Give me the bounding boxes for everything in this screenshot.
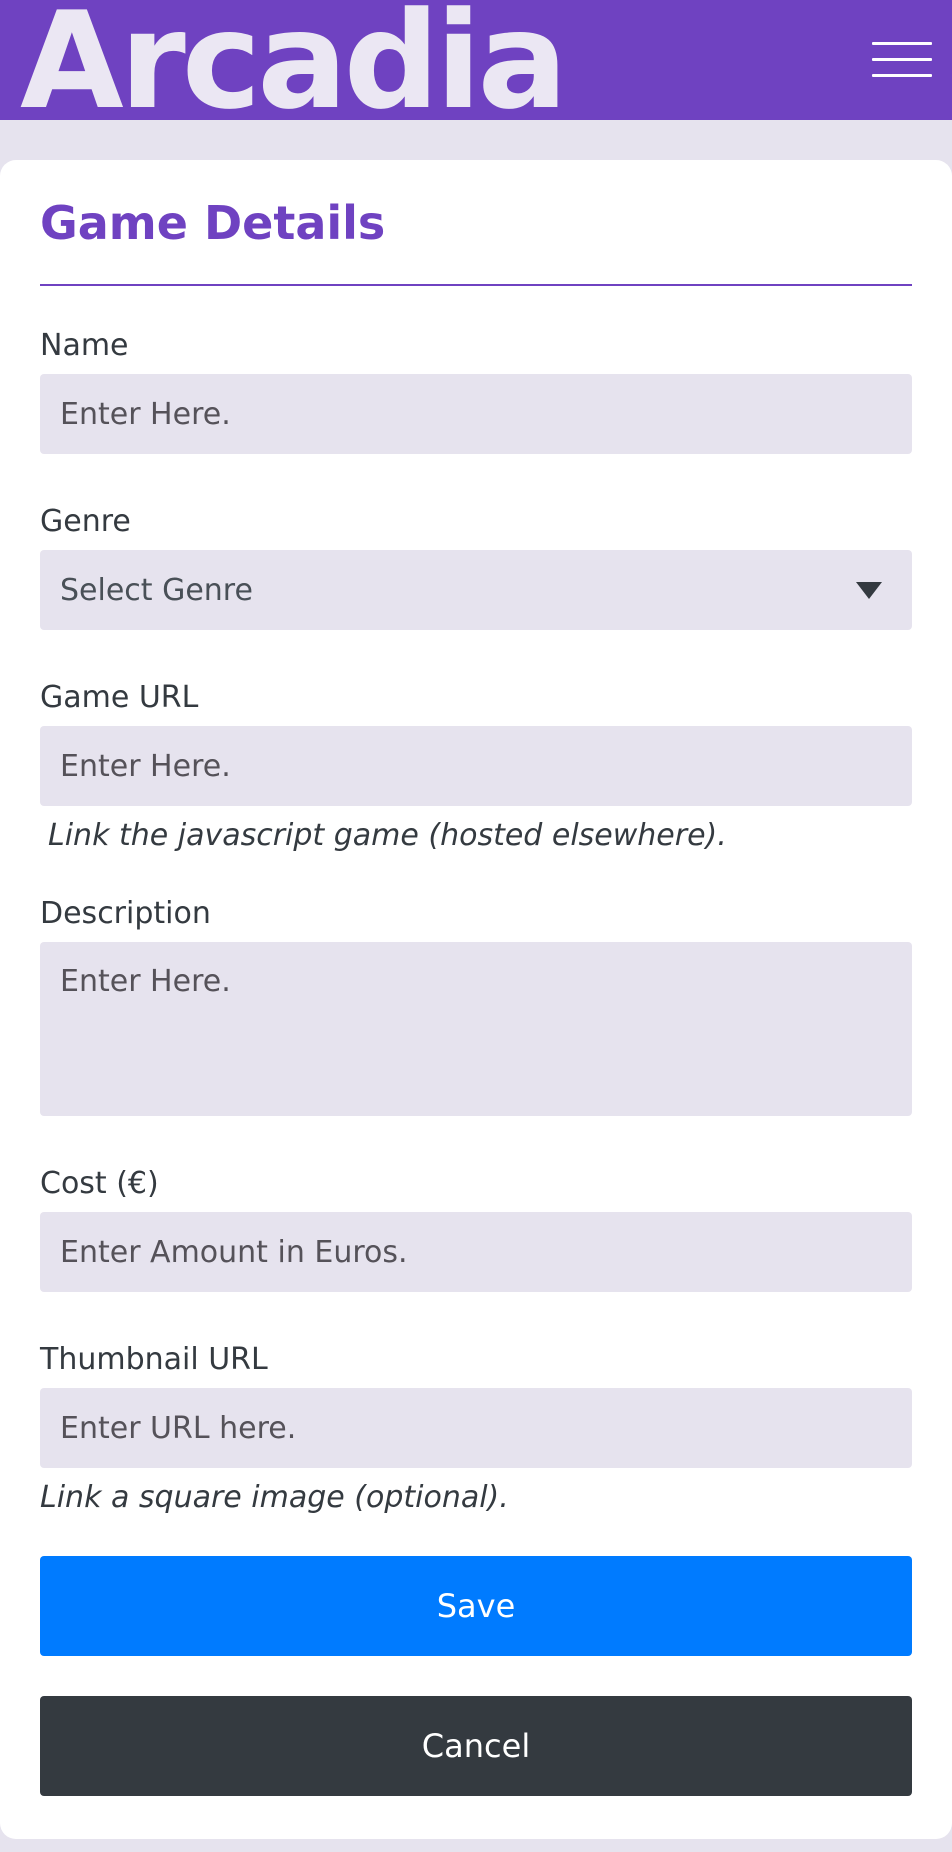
title-divider	[40, 284, 912, 286]
game-url-label: Game URL	[40, 680, 199, 715]
brand-logo[interactable]: Arcadia	[20, 0, 568, 120]
save-button[interactable]: Save	[40, 1556, 912, 1656]
navbar: Arcadia	[0, 0, 952, 120]
name-label: Name	[40, 328, 129, 363]
game-url-hint: Link the javascript game (hosted elsewhe…	[48, 818, 727, 853]
genre-selected-value: Select Genre	[60, 572, 253, 608]
hamburger-menu-icon[interactable]	[872, 42, 932, 78]
cost-input[interactable]	[40, 1212, 912, 1292]
cost-label: Cost (€)	[40, 1166, 159, 1201]
menu-bar-bottom	[872, 74, 932, 77]
name-input[interactable]	[40, 374, 912, 454]
description-textarea[interactable]	[40, 942, 912, 1116]
genre-label: Genre	[40, 504, 131, 539]
cancel-button[interactable]: Cancel	[40, 1696, 912, 1796]
menu-bar-middle	[872, 58, 932, 61]
description-label: Description	[40, 896, 211, 931]
caret-down-icon	[856, 582, 882, 599]
menu-bar-top	[872, 42, 932, 45]
game-url-input[interactable]	[40, 726, 912, 806]
page-title: Game Details	[40, 196, 386, 250]
genre-select[interactable]: Select Genre	[40, 550, 912, 630]
thumbnail-url-label: Thumbnail URL	[40, 1342, 268, 1377]
thumbnail-url-hint: Link a square image (optional).	[40, 1480, 509, 1515]
thumbnail-url-input[interactable]	[40, 1388, 912, 1468]
